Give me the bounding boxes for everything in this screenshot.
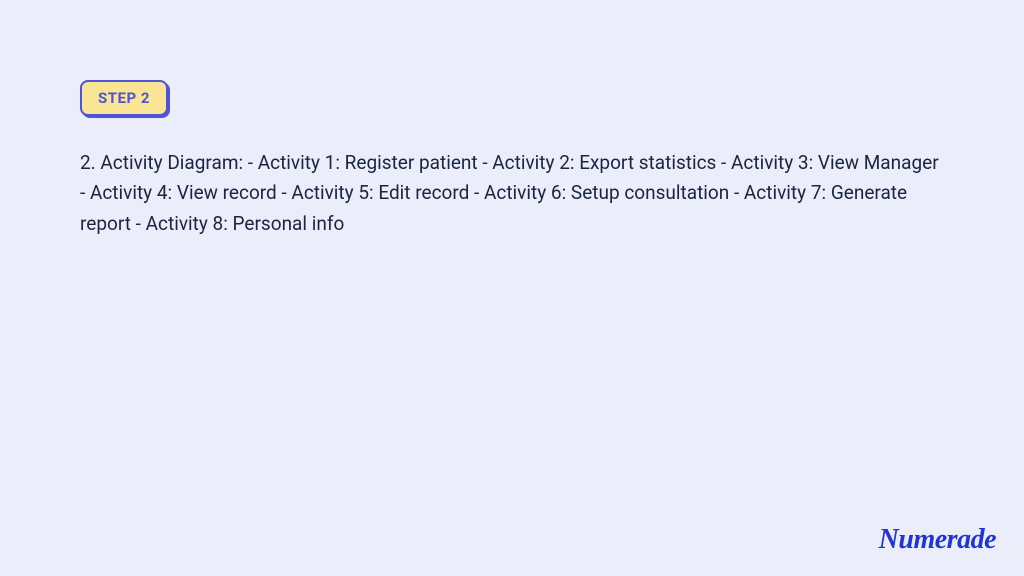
step-body-text: 2. Activity Diagram: - Activity 1: Regis…: [80, 148, 944, 239]
content-area: STEP 2 2. Activity Diagram: - Activity 1…: [0, 0, 1024, 239]
step-badge: STEP 2: [80, 80, 168, 116]
brand-logo: Numerade: [879, 524, 996, 556]
